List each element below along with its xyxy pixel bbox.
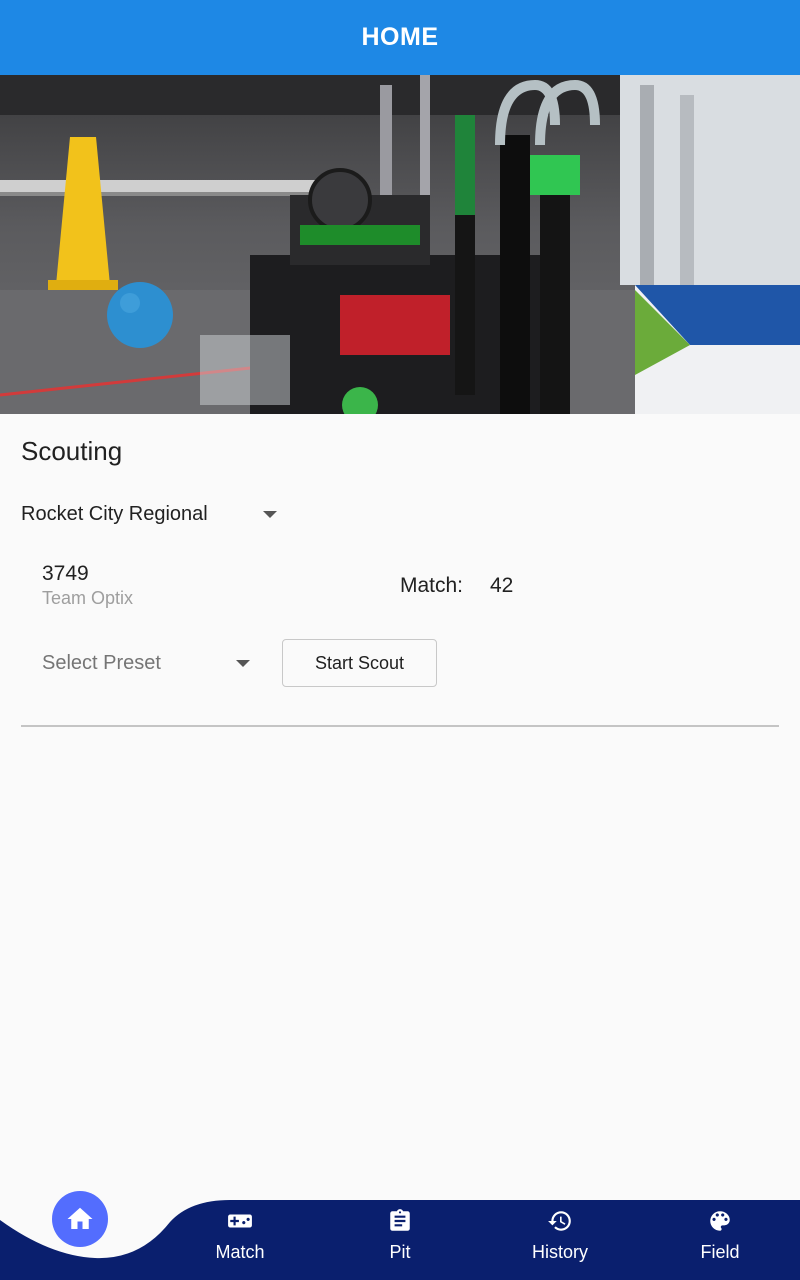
- page-title: HOME: [361, 23, 439, 51]
- event-dropdown-value: Rocket City Regional: [21, 502, 208, 525]
- chevron-down-icon: [263, 510, 277, 518]
- start-scout-button[interactable]: Start Scout: [282, 639, 437, 687]
- divider: [21, 725, 779, 727]
- section-title: Scouting: [21, 436, 123, 466]
- event-dropdown[interactable]: Rocket City Regional: [21, 496, 283, 532]
- nav-label-field: Field: [700, 1242, 740, 1262]
- team-name: Team Optix: [42, 588, 134, 608]
- team-number: 3749: [42, 562, 89, 585]
- nav-label-match: Match: [215, 1242, 265, 1262]
- home-button[interactable]: [52, 1191, 108, 1247]
- bottom-navigation: Match Pit History Field: [0, 1180, 800, 1280]
- nav-label-pit: Pit: [389, 1242, 411, 1262]
- gamepad-icon: [227, 1208, 253, 1234]
- preset-dropdown-placeholder: Select Preset: [42, 651, 161, 674]
- match-number[interactable]: 42: [490, 574, 513, 598]
- robot-photo: [0, 75, 800, 414]
- chevron-down-icon: [236, 659, 250, 667]
- nav-item-match[interactable]: Match: [180, 1208, 300, 1272]
- palette-icon: [707, 1208, 733, 1234]
- nav-item-pit[interactable]: Pit: [340, 1208, 460, 1272]
- nav-label-history: History: [531, 1242, 588, 1262]
- nav-item-field[interactable]: Field: [660, 1208, 780, 1272]
- match-label: Match:: [400, 574, 464, 597]
- app-bar: HOME: [0, 0, 800, 75]
- home-icon: [67, 1207, 93, 1229]
- preset-dropdown[interactable]: Select Preset: [42, 645, 256, 681]
- nav-item-history[interactable]: History: [500, 1208, 620, 1272]
- history-icon: [547, 1208, 573, 1234]
- clipboard-icon: [387, 1208, 413, 1234]
- hero-image: [0, 75, 800, 414]
